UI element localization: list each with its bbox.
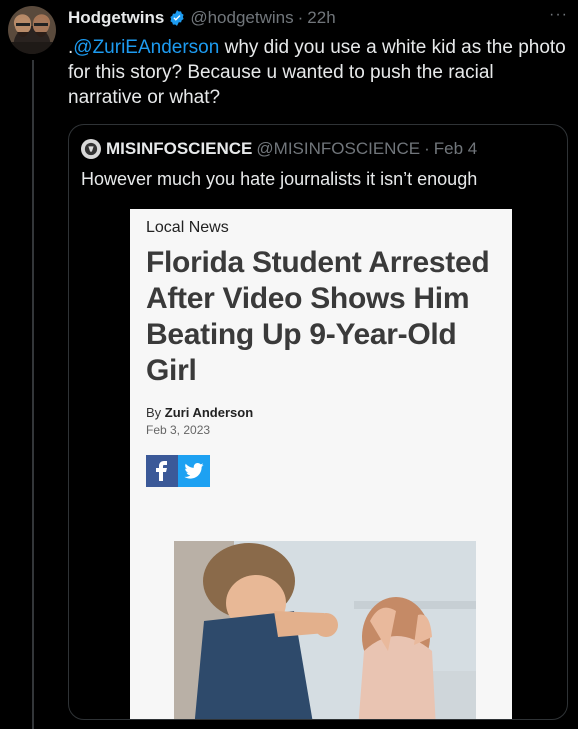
separator: · (297, 8, 304, 27)
byline-prefix: By (146, 405, 165, 420)
quoted-avatar (81, 139, 101, 159)
article-section: Local News (146, 219, 229, 236)
author-name[interactable]: Hodgetwins (68, 8, 164, 28)
article-byline: By Zuri Anderson (146, 405, 253, 420)
article-screenshot[interactable]: Local News Florida Student Arrested Afte… (130, 209, 512, 719)
quoted-avatar-icon (84, 142, 98, 156)
more-options-icon[interactable]: ··· (549, 6, 568, 24)
quoted-tweet-header: MISINFOSCIENCE @MISINFOSCIENCE · Feb 4 (81, 139, 477, 159)
tweet-header: Hodgetwins @hodgetwins · 22h (68, 6, 336, 30)
article-headline: Florida Student Arrested After Video Sho… (146, 246, 490, 387)
avatar-photo (8, 18, 56, 54)
tweet-text: .@ZuriEAnderson why did you use a white … (68, 35, 568, 110)
facebook-icon (146, 455, 178, 487)
quoted-timestamp[interactable]: Feb 4 (434, 139, 477, 159)
article-author: Zuri Anderson (164, 405, 254, 420)
verified-badge-icon (170, 10, 184, 26)
article-date: Feb 3, 2023 (146, 423, 211, 437)
quoted-separator: · (424, 139, 430, 158)
article-photo-image (174, 541, 476, 719)
quoted-author-handle[interactable]: @MISINFOSCIENCE (256, 139, 420, 159)
author-handle[interactable]: @hodgetwins (190, 8, 293, 28)
mention-link[interactable]: @ZuriEAnderson (73, 37, 219, 58)
quoted-tweet-text: However much you hate journalists it isn… (81, 169, 478, 189)
twitter-icon (178, 455, 210, 487)
share-buttons (146, 455, 210, 487)
article-photo (174, 541, 476, 719)
timestamp[interactable]: 22h (307, 8, 335, 28)
thread-line (32, 60, 34, 729)
avatar[interactable] (8, 6, 56, 54)
quoted-tweet[interactable]: MISINFOSCIENCE @MISINFOSCIENCE · Feb 4 H… (68, 124, 568, 720)
quoted-author-name[interactable]: MISINFOSCIENCE (106, 139, 252, 159)
